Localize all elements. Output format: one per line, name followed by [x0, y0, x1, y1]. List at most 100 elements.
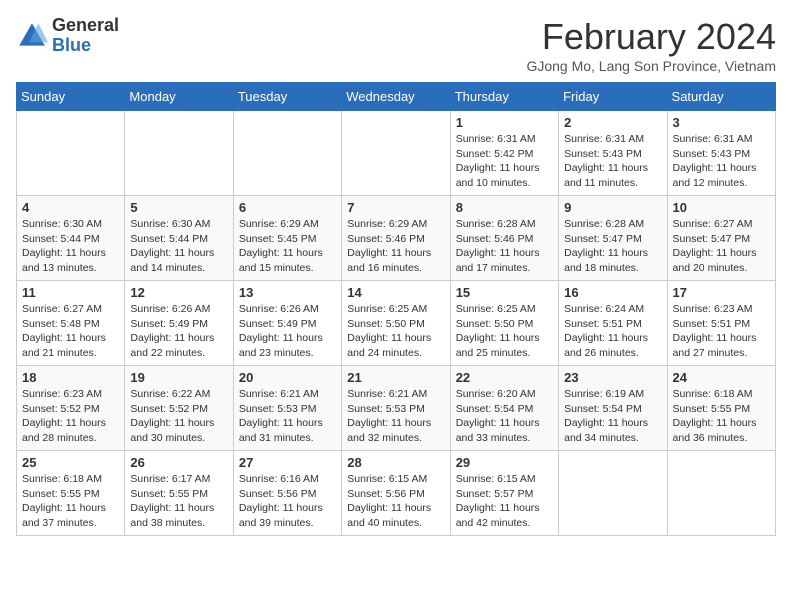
- calendar-cell: 19 Sunrise: 6:22 AM Sunset: 5:52 PM Dayli…: [125, 366, 233, 451]
- day-info: Sunrise: 6:31 AM Sunset: 5:43 PM Dayligh…: [564, 132, 661, 191]
- calendar-cell: 1 Sunrise: 6:31 AM Sunset: 5:42 PM Daylig…: [450, 111, 558, 196]
- day-number: 11: [22, 285, 119, 300]
- day-info: Sunrise: 6:31 AM Sunset: 5:42 PM Dayligh…: [456, 132, 553, 191]
- day-number: 8: [456, 200, 553, 215]
- calendar-cell: [233, 111, 341, 196]
- day-number: 19: [130, 370, 227, 385]
- day-number: 15: [456, 285, 553, 300]
- day-number: 28: [347, 455, 444, 470]
- day-number: 18: [22, 370, 119, 385]
- day-number: 1: [456, 115, 553, 130]
- calendar-cell: [17, 111, 125, 196]
- day-info: Sunrise: 6:15 AM Sunset: 5:57 PM Dayligh…: [456, 472, 553, 531]
- logo-icon: [16, 20, 48, 52]
- day-info: Sunrise: 6:18 AM Sunset: 5:55 PM Dayligh…: [22, 472, 119, 531]
- calendar-cell: 15 Sunrise: 6:25 AM Sunset: 5:50 PM Dayli…: [450, 281, 558, 366]
- day-info: Sunrise: 6:17 AM Sunset: 5:55 PM Dayligh…: [130, 472, 227, 531]
- logo-text: General Blue: [52, 16, 119, 56]
- col-header-monday: Monday: [125, 83, 233, 111]
- day-number: 10: [673, 200, 770, 215]
- day-info: Sunrise: 6:25 AM Sunset: 5:50 PM Dayligh…: [456, 302, 553, 361]
- calendar-cell: 29 Sunrise: 6:15 AM Sunset: 5:57 PM Dayli…: [450, 451, 558, 536]
- day-number: 22: [456, 370, 553, 385]
- calendar-cell: 9 Sunrise: 6:28 AM Sunset: 5:47 PM Daylig…: [559, 196, 667, 281]
- day-info: Sunrise: 6:21 AM Sunset: 5:53 PM Dayligh…: [347, 387, 444, 446]
- calendar-cell: 22 Sunrise: 6:20 AM Sunset: 5:54 PM Dayli…: [450, 366, 558, 451]
- col-header-wednesday: Wednesday: [342, 83, 450, 111]
- calendar-week-1: 1 Sunrise: 6:31 AM Sunset: 5:42 PM Daylig…: [17, 111, 776, 196]
- calendar-cell: 18 Sunrise: 6:23 AM Sunset: 5:52 PM Dayli…: [17, 366, 125, 451]
- col-header-thursday: Thursday: [450, 83, 558, 111]
- page-header: General Blue February 2024 GJong Mo, Lan…: [16, 16, 776, 74]
- calendar-cell: 26 Sunrise: 6:17 AM Sunset: 5:55 PM Dayli…: [125, 451, 233, 536]
- day-number: 2: [564, 115, 661, 130]
- day-number: 17: [673, 285, 770, 300]
- day-number: 5: [130, 200, 227, 215]
- day-info: Sunrise: 6:15 AM Sunset: 5:56 PM Dayligh…: [347, 472, 444, 531]
- day-info: Sunrise: 6:29 AM Sunset: 5:46 PM Dayligh…: [347, 217, 444, 276]
- calendar-cell: 10 Sunrise: 6:27 AM Sunset: 5:47 PM Dayli…: [667, 196, 775, 281]
- day-info: Sunrise: 6:18 AM Sunset: 5:55 PM Dayligh…: [673, 387, 770, 446]
- calendar-cell: 28 Sunrise: 6:15 AM Sunset: 5:56 PM Dayli…: [342, 451, 450, 536]
- calendar-cell: [125, 111, 233, 196]
- day-number: 16: [564, 285, 661, 300]
- day-number: 6: [239, 200, 336, 215]
- title-block: February 2024 GJong Mo, Lang Son Provinc…: [526, 16, 776, 74]
- day-number: 21: [347, 370, 444, 385]
- day-info: Sunrise: 6:27 AM Sunset: 5:48 PM Dayligh…: [22, 302, 119, 361]
- calendar-cell: 7Sunrise: 6:29 AM Sunset: 5:46 PM Daylig…: [342, 196, 450, 281]
- day-info: Sunrise: 6:31 AM Sunset: 5:43 PM Dayligh…: [673, 132, 770, 191]
- calendar-week-3: 11 Sunrise: 6:27 AM Sunset: 5:48 PM Dayli…: [17, 281, 776, 366]
- calendar-cell: [342, 111, 450, 196]
- col-header-friday: Friday: [559, 83, 667, 111]
- day-info: Sunrise: 6:23 AM Sunset: 5:52 PM Dayligh…: [22, 387, 119, 446]
- day-info: Sunrise: 6:28 AM Sunset: 5:47 PM Dayligh…: [564, 217, 661, 276]
- day-number: 26: [130, 455, 227, 470]
- calendar-cell: 2 Sunrise: 6:31 AM Sunset: 5:43 PM Daylig…: [559, 111, 667, 196]
- day-info: Sunrise: 6:30 AM Sunset: 5:44 PM Dayligh…: [130, 217, 227, 276]
- day-number: 27: [239, 455, 336, 470]
- calendar-week-5: 25Sunrise: 6:18 AM Sunset: 5:55 PM Dayli…: [17, 451, 776, 536]
- day-info: Sunrise: 6:30 AM Sunset: 5:44 PM Dayligh…: [22, 217, 119, 276]
- day-info: Sunrise: 6:23 AM Sunset: 5:51 PM Dayligh…: [673, 302, 770, 361]
- day-info: Sunrise: 6:26 AM Sunset: 5:49 PM Dayligh…: [130, 302, 227, 361]
- calendar-cell: 4 Sunrise: 6:30 AM Sunset: 5:44 PM Daylig…: [17, 196, 125, 281]
- day-number: 23: [564, 370, 661, 385]
- day-number: 4: [22, 200, 119, 215]
- calendar-cell: 13 Sunrise: 6:26 AM Sunset: 5:49 PM Dayli…: [233, 281, 341, 366]
- day-info: Sunrise: 6:20 AM Sunset: 5:54 PM Dayligh…: [456, 387, 553, 446]
- calendar-cell: 23 Sunrise: 6:19 AM Sunset: 5:54 PM Dayli…: [559, 366, 667, 451]
- day-number: 12: [130, 285, 227, 300]
- day-number: 29: [456, 455, 553, 470]
- day-info: Sunrise: 6:25 AM Sunset: 5:50 PM Dayligh…: [347, 302, 444, 361]
- calendar-cell: 14 Sunrise: 6:25 AM Sunset: 5:50 PM Dayli…: [342, 281, 450, 366]
- day-number: 14: [347, 285, 444, 300]
- calendar-cell: 24Sunrise: 6:18 AM Sunset: 5:55 PM Dayli…: [667, 366, 775, 451]
- calendar-cell: 27Sunrise: 6:16 AM Sunset: 5:56 PM Dayli…: [233, 451, 341, 536]
- calendar-cell: 21 Sunrise: 6:21 AM Sunset: 5:53 PM Dayli…: [342, 366, 450, 451]
- calendar-cell: 25Sunrise: 6:18 AM Sunset: 5:55 PM Dayli…: [17, 451, 125, 536]
- day-number: 13: [239, 285, 336, 300]
- calendar-cell: [559, 451, 667, 536]
- calendar-cell: 20Sunrise: 6:21 AM Sunset: 5:53 PM Dayli…: [233, 366, 341, 451]
- day-info: Sunrise: 6:29 AM Sunset: 5:45 PM Dayligh…: [239, 217, 336, 276]
- col-header-tuesday: Tuesday: [233, 83, 341, 111]
- day-info: Sunrise: 6:19 AM Sunset: 5:54 PM Dayligh…: [564, 387, 661, 446]
- day-number: 3: [673, 115, 770, 130]
- calendar-cell: 17 Sunrise: 6:23 AM Sunset: 5:51 PM Dayli…: [667, 281, 775, 366]
- day-info: Sunrise: 6:22 AM Sunset: 5:52 PM Dayligh…: [130, 387, 227, 446]
- calendar-cell: 11 Sunrise: 6:27 AM Sunset: 5:48 PM Dayli…: [17, 281, 125, 366]
- calendar-cell: 5 Sunrise: 6:30 AM Sunset: 5:44 PM Daylig…: [125, 196, 233, 281]
- col-header-sunday: Sunday: [17, 83, 125, 111]
- day-number: 9: [564, 200, 661, 215]
- calendar-cell: 8Sunrise: 6:28 AM Sunset: 5:46 PM Daylig…: [450, 196, 558, 281]
- location-title: GJong Mo, Lang Son Province, Vietnam: [526, 58, 776, 74]
- day-info: Sunrise: 6:24 AM Sunset: 5:51 PM Dayligh…: [564, 302, 661, 361]
- day-info: Sunrise: 6:26 AM Sunset: 5:49 PM Dayligh…: [239, 302, 336, 361]
- day-info: Sunrise: 6:21 AM Sunset: 5:53 PM Dayligh…: [239, 387, 336, 446]
- day-info: Sunrise: 6:27 AM Sunset: 5:47 PM Dayligh…: [673, 217, 770, 276]
- calendar-cell: 16 Sunrise: 6:24 AM Sunset: 5:51 PM Dayli…: [559, 281, 667, 366]
- calendar-week-2: 4 Sunrise: 6:30 AM Sunset: 5:44 PM Daylig…: [17, 196, 776, 281]
- calendar-week-4: 18 Sunrise: 6:23 AM Sunset: 5:52 PM Dayli…: [17, 366, 776, 451]
- calendar-cell: 3 Sunrise: 6:31 AM Sunset: 5:43 PM Daylig…: [667, 111, 775, 196]
